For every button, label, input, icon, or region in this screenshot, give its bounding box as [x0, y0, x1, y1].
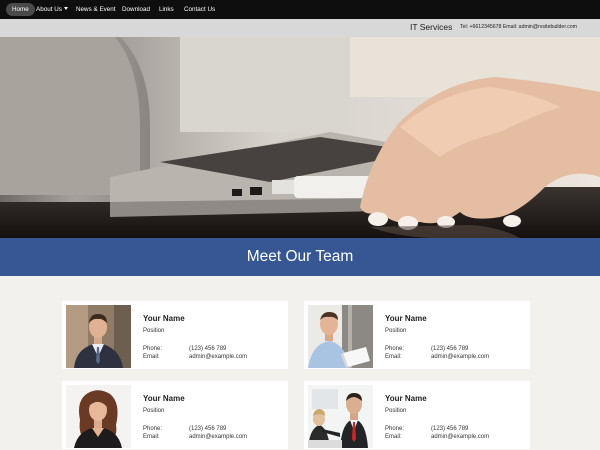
member-phone: (123) 456 789: [431, 346, 469, 352]
man-in-suit-photo: [66, 305, 131, 368]
phone-label: Phone:: [385, 346, 405, 352]
email-label: Email:: [385, 434, 402, 440]
top-navigation: Home About Us News & Event Download Link…: [0, 0, 600, 19]
contact-info: Tel: +6612345678 Email: admin@rvsitebuil…: [460, 24, 578, 30]
member-position: Position: [143, 328, 165, 334]
member-name: Your Name: [385, 314, 427, 323]
team-title: Meet Our Team: [246, 248, 354, 265]
phone-label: Phone:: [143, 426, 163, 432]
nav-news-event[interactable]: News & Event: [70, 3, 122, 16]
nav-about-us[interactable]: About Us: [30, 3, 74, 16]
member-email[interactable]: admin@example.com: [189, 434, 247, 440]
team-member-card: Your Name Position Phone: (123) 456 789 E…: [62, 381, 288, 449]
hero-image: [0, 37, 600, 238]
member-phone: (123) 456 789: [431, 426, 469, 432]
member-email-row: Email: admin@example.com: [385, 434, 489, 440]
team-banner: Meet Our Team: [0, 238, 600, 276]
team-member-card: Your Name Position Phone: (123) 456 789 E…: [304, 381, 530, 449]
member-email[interactable]: admin@example.com: [431, 354, 489, 360]
info-bar: IT Services Tel: +6612345678 Email: admi…: [0, 19, 600, 37]
team-member-card: Your Name Position Phone: (123) 456 789 E…: [62, 301, 288, 369]
member-email-row: Email: admin@example.com: [385, 354, 489, 360]
member-position: Position: [385, 328, 407, 334]
member-email[interactable]: admin@example.com: [189, 354, 247, 360]
member-name: Your Name: [143, 314, 185, 323]
laptop-hand-illustration: [0, 37, 600, 238]
member-email-row: Email: admin@example.com: [143, 434, 247, 440]
member-phone-row: Phone: (123) 456 789: [385, 346, 468, 352]
member-position: Position: [143, 408, 165, 414]
member-email-row: Email: admin@example.com: [143, 354, 247, 360]
member-position: Position: [385, 408, 407, 414]
member-phone-row: Phone: (123) 456 789: [385, 426, 468, 432]
smiling-man-with-papers-photo: [308, 305, 373, 368]
nav-contact-us[interactable]: Contact Us: [178, 3, 221, 16]
member-name: Your Name: [385, 394, 427, 403]
member-phone-row: Phone: (123) 456 789: [143, 346, 226, 352]
woman-with-curly-hair-photo: [66, 385, 131, 448]
member-email[interactable]: admin@example.com: [431, 434, 489, 440]
phone-label: Phone:: [143, 346, 163, 352]
site-brand: IT Services: [410, 22, 453, 32]
member-phone: (123) 456 789: [189, 346, 227, 352]
office-meeting-photo: [308, 385, 373, 448]
member-phone: (123) 456 789: [189, 426, 227, 432]
nav-about-us-label: About Us: [36, 6, 62, 13]
nav-download[interactable]: Download: [116, 3, 156, 16]
email-label: Email:: [385, 354, 402, 360]
member-phone-row: Phone: (123) 456 789: [143, 426, 226, 432]
email-label: Email:: [143, 354, 160, 360]
team-member-card: Your Name Position Phone: (123) 456 789 E…: [304, 301, 530, 369]
caret-down-icon: [63, 7, 68, 10]
phone-label: Phone:: [385, 426, 405, 432]
member-name: Your Name: [143, 394, 185, 403]
email-label: Email:: [143, 434, 160, 440]
nav-links[interactable]: Links: [153, 3, 180, 16]
